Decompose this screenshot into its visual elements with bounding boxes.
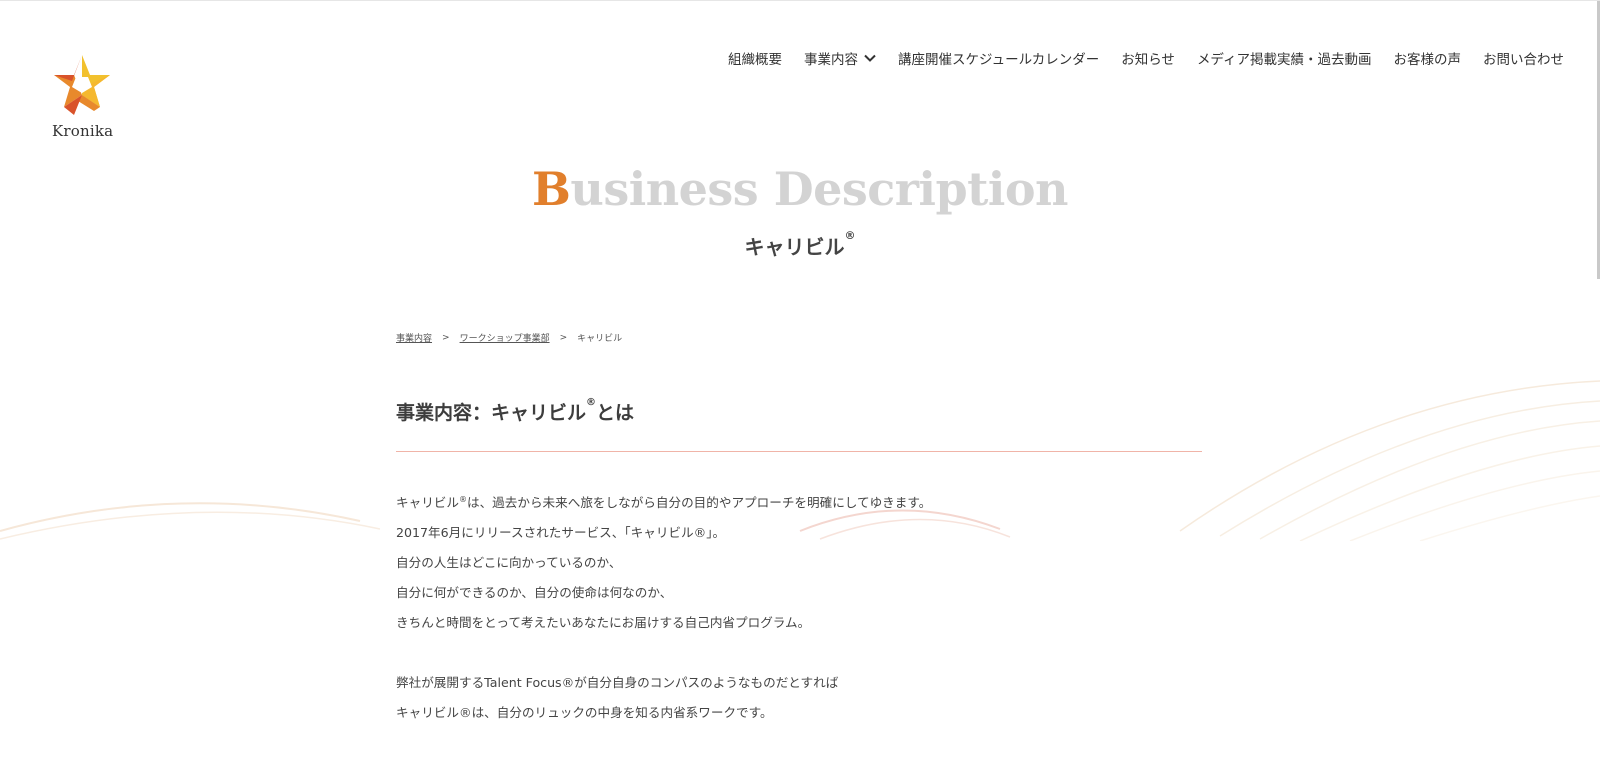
nav-item-media[interactable]: メディア掲載実績・過去動画 <box>1197 48 1372 68</box>
description-line-part: キャリビル <box>396 495 459 510</box>
page: Kronika 組織概要 事業内容 講座開催スケジュールカレンダー お知らせ メ… <box>0 0 1600 764</box>
description-line: きちんと時間をとって考えたいあなたにお届けする自己内省プログラム。 <box>396 615 811 630</box>
breadcrumb-item-current: キャリビル <box>577 334 623 344</box>
hero-subtitle: キャリビル® <box>0 229 1600 260</box>
section-heading-text: 事業内容：キャリビル <box>396 402 587 424</box>
description-line: 自分に何ができるのか、自分の使命は何なのか、 <box>396 585 673 600</box>
nav-item-testimonials[interactable]: お客様の声 <box>1394 48 1462 68</box>
description-line: キャリビル®は、自分のリュックの中身を知る内省系ワークです。 <box>396 705 773 720</box>
heading-divider <box>396 451 1202 452</box>
nav-item-business-label: 事業内容 <box>804 52 859 68</box>
description-line: 2017年6月にリリースされたサービス、「キャリビル®」。 <box>396 525 726 540</box>
breadcrumb-separator: > <box>559 332 568 343</box>
chevron-down-icon <box>864 54 876 62</box>
nav-item-schedule-calendar[interactable]: 講座開催スケジュールカレンダー <box>898 48 1099 68</box>
nav-item-news[interactable]: お知らせ <box>1121 48 1175 68</box>
nav-item-contact[interactable]: お問い合わせ <box>1483 48 1564 68</box>
page-hero: Business Description キャリビル® <box>0 159 1600 260</box>
breadcrumb-item-workshop[interactable]: ワークショップ事業部 <box>460 331 550 344</box>
registered-mark: ® <box>586 397 597 408</box>
breadcrumb-separator: > <box>442 332 450 343</box>
main-content: 事業内容 > ワークショップ事業部 > キャリビル 事業内容：キャリビル®とは … <box>396 331 1202 728</box>
registered-mark: ® <box>458 495 467 504</box>
logo-text: Kronika <box>52 122 114 140</box>
registered-mark: ® <box>844 229 856 242</box>
section-heading-suffix: とは <box>596 402 635 424</box>
hero-subtitle-text: キャリビル <box>744 235 845 259</box>
description-line: 自分の人生はどこに向かっているのか、 <box>396 555 622 570</box>
nav-item-organization[interactable]: 組織概要 <box>728 48 782 68</box>
star-logo-icon <box>54 55 110 115</box>
description-line-part: は、過去から未来へ旅をしながら自分の目的やアプローチを明確にしてゆきます。 <box>466 495 932 510</box>
breadcrumb: 事業内容 > ワークショップ事業部 > キャリビル <box>396 331 1202 345</box>
description-line: キャリビル®は、過去から未来へ旅をしながら自分の目的やアプローチを明確にしてゆき… <box>396 488 1202 518</box>
main-navigation: 組織概要 事業内容 講座開催スケジュールカレンダー お知らせ メディア掲載実績・… <box>728 48 1564 68</box>
section-heading: 事業内容：キャリビル®とは <box>396 397 1202 425</box>
breadcrumb-item-business[interactable]: 事業内容 <box>396 331 432 344</box>
hero-title: Business Description <box>0 159 1600 219</box>
hero-title-rest: usiness Description <box>570 162 1068 216</box>
hero-title-initial: B <box>531 162 571 216</box>
kronika-logo[interactable]: Kronika <box>46 53 126 145</box>
nav-item-business[interactable]: 事業内容 <box>804 48 876 68</box>
description-line: 弊社が展開するTalent Focus®が自分自身のコンパスのようなものだとすれ… <box>396 675 839 690</box>
description-text: キャリビル®は、過去から未来へ旅をしながら自分の目的やアプローチを明確にしてゆき… <box>396 488 1202 728</box>
